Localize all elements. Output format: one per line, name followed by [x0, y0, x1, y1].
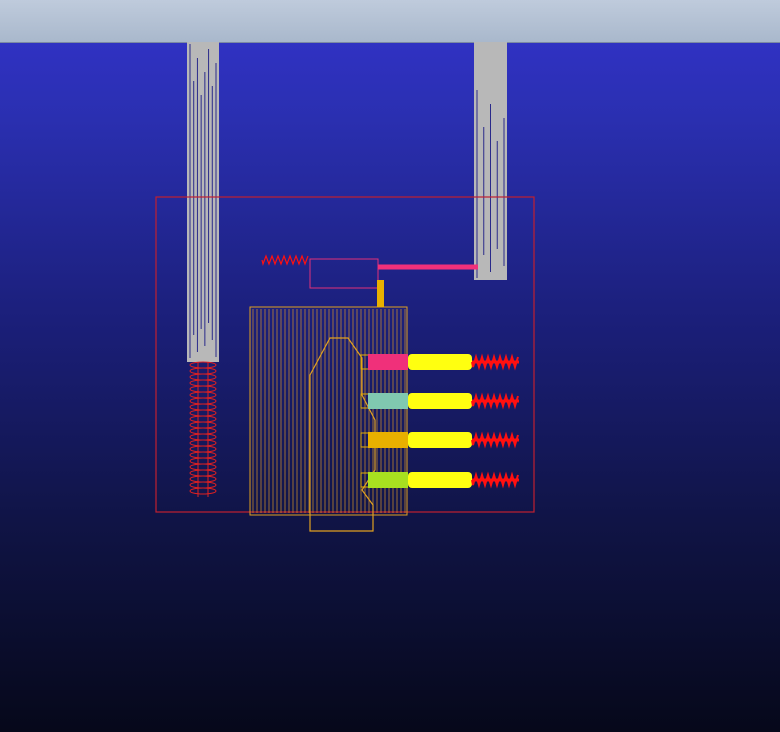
- coil-loop: [189, 475, 217, 483]
- coil-loop: [189, 487, 217, 495]
- coil-loop: [189, 379, 217, 387]
- sensor-assembly[interactable]: [261, 254, 478, 307]
- cartridge-row-3[interactable]: [360, 431, 519, 449]
- top-spring: [261, 254, 309, 267]
- coil-loop: [189, 457, 217, 465]
- coil-loop: [189, 403, 217, 411]
- cartridge-body: [408, 393, 472, 409]
- coil-loop: [189, 463, 217, 471]
- cartridge-color-segment: [368, 354, 408, 370]
- coil-loop: [189, 361, 217, 369]
- cartridge-color-segment: [368, 432, 408, 448]
- right-pipe[interactable]: [474, 42, 507, 280]
- coil-loop: [189, 391, 217, 399]
- coil-loop: [189, 397, 217, 405]
- coil-loop: [189, 367, 217, 375]
- 3d-viewport[interactable]: [0, 0, 780, 732]
- cartridge-body: [408, 432, 472, 448]
- left-pipe[interactable]: [187, 42, 219, 362]
- cartridge-body: [408, 472, 472, 488]
- scene-canvas[interactable]: [0, 0, 780, 732]
- coil-loop: [189, 469, 217, 477]
- coil-loop: [189, 409, 217, 417]
- coil-loop: [189, 385, 217, 393]
- coil-loop: [189, 481, 217, 489]
- coil-loop: [189, 415, 217, 423]
- coil-loop: [189, 439, 217, 447]
- coil-loop: [189, 451, 217, 459]
- cartridge-body: [408, 354, 472, 370]
- cartridge-row-4[interactable]: [360, 471, 519, 489]
- heatsink-block[interactable]: [249, 306, 408, 532]
- sensor-box: [309, 258, 379, 289]
- spring-zigzag: [261, 254, 309, 267]
- left-pipe-body: [187, 42, 219, 362]
- amber-post: [377, 280, 384, 307]
- cartridge-color-segment: [368, 472, 408, 488]
- coil-loop: [189, 433, 217, 441]
- coil-loop: [189, 373, 217, 381]
- cartridge-color-segment: [368, 393, 408, 409]
- cartridge-row-1[interactable]: [360, 353, 519, 371]
- cartridge-row-2[interactable]: [360, 392, 519, 410]
- coil-loop: [189, 427, 217, 435]
- coil-loop: [189, 421, 217, 429]
- coil-loop: [189, 445, 217, 453]
- left-spring-coil: [189, 361, 217, 497]
